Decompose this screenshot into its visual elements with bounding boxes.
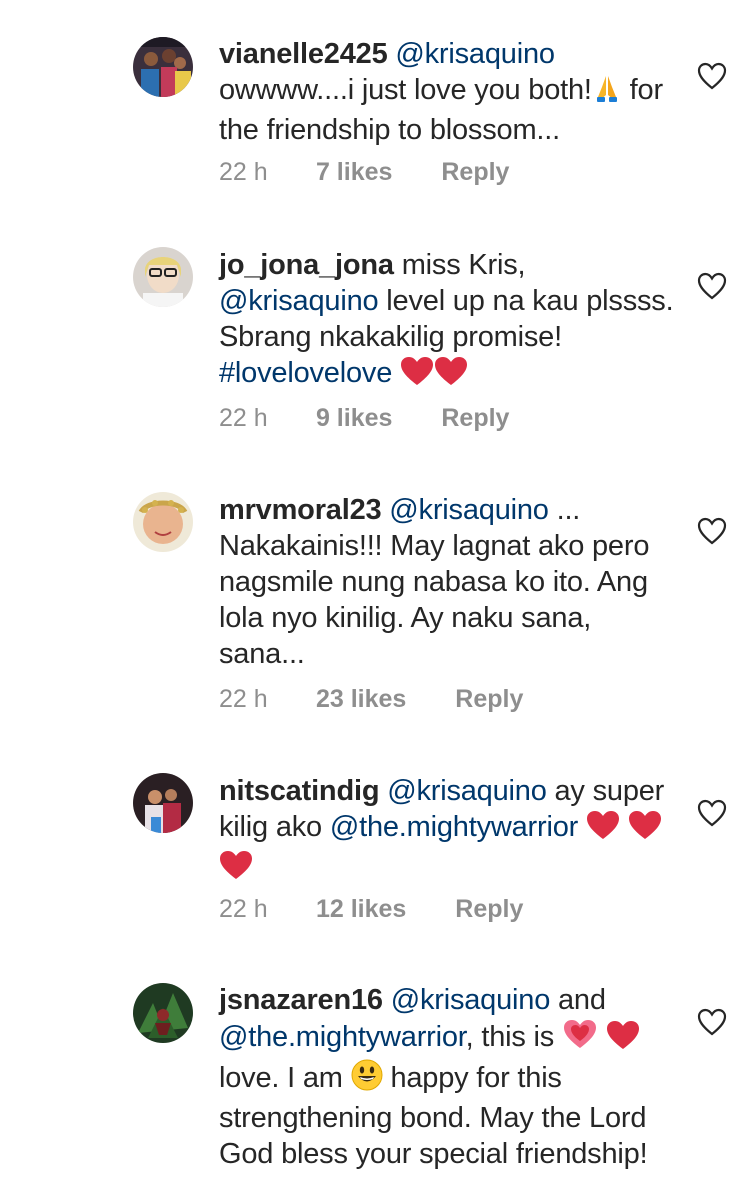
comment-text: jsnazaren16 @krisaquino and @the.mightyw…	[219, 982, 679, 1172]
reply-button[interactable]: Reply	[455, 685, 523, 714]
comment-username[interactable]: jsnazaren16	[219, 984, 383, 1016]
grinning-face-emoji-icon	[351, 1059, 383, 1100]
red-heart-emoji-icon	[606, 1020, 640, 1059]
red-heart-emoji-icon	[400, 356, 434, 395]
comment-meta: 22 h 9 likes Reply	[219, 404, 509, 433]
likes-count-link[interactable]: 7 likes	[316, 158, 392, 187]
reply-button[interactable]: Reply	[455, 895, 523, 924]
comment-body: owwww....i just love you both!	[219, 74, 592, 106]
avatar[interactable]	[133, 773, 193, 833]
comment-username[interactable]: jo_jona_jona	[219, 249, 394, 281]
comment-text: jo_jona_jona miss Kris, @krisaquino leve…	[219, 247, 679, 395]
avatar[interactable]	[133, 983, 193, 1043]
comment-body: ...	[556, 494, 581, 526]
reply-button[interactable]: Reply	[441, 158, 509, 187]
mention-link[interactable]: @the.mightywarrior	[219, 1021, 466, 1053]
red-heart-emoji-icon	[434, 356, 468, 395]
comment-username[interactable]: nitscatindig	[219, 775, 380, 807]
comment-username[interactable]: mrvmoral23	[219, 494, 382, 526]
mention-link[interactable]: @krisaquino	[219, 285, 379, 317]
folded-hands-emoji-icon	[592, 73, 622, 112]
avatar[interactable]	[133, 247, 193, 307]
comment-username[interactable]: vianelle2425	[219, 38, 388, 70]
likes-count-link[interactable]: 23 likes	[316, 685, 406, 714]
comment-timestamp: 22 h	[219, 404, 268, 432]
comment-text: mrvmoral23 @krisaquino ... Nakakainis!!!…	[219, 492, 679, 672]
comment-text: vianelle2425 @krisaquino owwww....i just…	[219, 36, 679, 148]
red-heart-emoji-icon	[586, 810, 620, 849]
comment-timestamp: 22 h	[219, 158, 268, 186]
mention-link[interactable]: @krisaquino	[389, 494, 549, 526]
comment-timestamp: 22 h	[219, 685, 268, 713]
comment-body: and	[558, 984, 606, 1016]
comment-body: , this is	[465, 1021, 555, 1053]
comment-body: miss Kris,	[401, 249, 526, 281]
avatar[interactable]	[133, 492, 193, 552]
like-heart-icon[interactable]	[697, 517, 727, 545]
comment-body: Nakakainis!!! May lagnat ako pero nagsmi…	[219, 530, 650, 670]
likes-count-link[interactable]: 12 likes	[316, 895, 406, 924]
mention-link[interactable]: @the.mightywarrior	[330, 811, 578, 843]
mention-link[interactable]: @krisaquino	[391, 984, 551, 1016]
comment-text: nitscatindig @krisaquino ay super kilig …	[219, 773, 679, 889]
comment-meta: 22 h 12 likes Reply	[219, 895, 523, 924]
like-heart-icon[interactable]	[697, 799, 727, 827]
hashtag-link[interactable]: #lovelovelove	[219, 357, 392, 389]
comment-body: love. I am	[219, 1062, 343, 1094]
comment-meta: 22 h 23 likes Reply	[219, 685, 523, 714]
reply-button[interactable]: Reply	[441, 404, 509, 433]
mention-link[interactable]: @krisaquino	[387, 775, 547, 807]
avatar[interactable]	[133, 37, 193, 97]
like-heart-icon[interactable]	[697, 62, 727, 90]
red-heart-emoji-icon	[628, 810, 662, 849]
mention-link[interactable]: @krisaquino	[395, 38, 555, 70]
sparkling-heart-emoji-icon	[562, 1018, 598, 1059]
comment-meta: 22 h 7 likes Reply	[219, 158, 509, 187]
like-heart-icon[interactable]	[697, 1008, 727, 1036]
red-heart-emoji-icon	[219, 850, 253, 889]
likes-count-link[interactable]: 9 likes	[316, 404, 392, 433]
like-heart-icon[interactable]	[697, 272, 727, 300]
comment-timestamp: 22 h	[219, 895, 268, 923]
